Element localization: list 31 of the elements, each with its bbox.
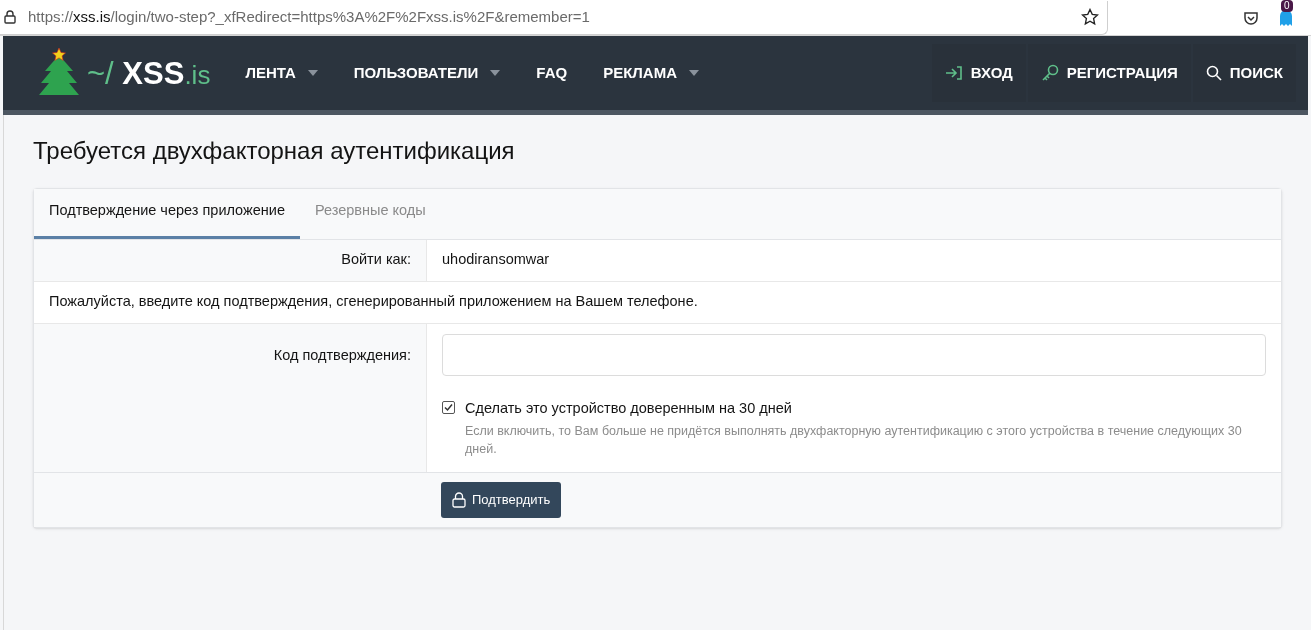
lock-icon bbox=[4, 10, 16, 24]
checkbox[interactable] bbox=[442, 400, 455, 414]
lock-icon bbox=[452, 491, 466, 508]
caret-icon bbox=[307, 70, 318, 76]
search-icon bbox=[1205, 65, 1222, 81]
nav-item[interactable]: РЕКЛАМА bbox=[592, 49, 711, 97]
code-input-field[interactable] bbox=[442, 333, 1266, 376]
page-title: Требуется двухфакторная аутентификация bbox=[33, 136, 516, 166]
caret-icon bbox=[689, 70, 700, 76]
pocket-icon[interactable] bbox=[1243, 9, 1259, 26]
nav-item[interactable]: FAQ bbox=[525, 49, 579, 97]
caret-icon bbox=[490, 70, 501, 76]
url-text: https://xss.is/login/two-step?_xfRedirect=https%3A%2F%2Fxss.is%2F&remember=1 bbox=[28, 6, 590, 27]
field-label: Войти как: bbox=[341, 250, 411, 270]
field-label: Код подтверждения: bbox=[273, 345, 411, 365]
search-button[interactable]: ПОИСК bbox=[1192, 44, 1296, 102]
instruction-text: Пожалуйста, введите код подтверждения, сгенерированный приложением на Вашем телефоне. bbox=[49, 292, 698, 312]
key-icon bbox=[1040, 64, 1059, 82]
notification-badge: 0 bbox=[1281, 0, 1293, 12]
nav-item[interactable]: ПОЛЬЗОВАТЕЛИ bbox=[342, 49, 512, 97]
register-button[interactable]: РЕГИСТРАЦИЯ bbox=[1027, 44, 1191, 102]
username-text: uhodiransomwar bbox=[442, 250, 550, 270]
sign-in-icon bbox=[944, 66, 963, 80]
site-logo[interactable]: ~/ XSS.is bbox=[87, 57, 211, 89]
hint-text: Если включить, то Вам больше не придётся выполнять двухфакторную аутентификацию с этого устройства в течение следующих 30 дней. bbox=[465, 422, 1243, 458]
address-bar[interactable]: https://xss.is/login/two-step?_xfRedirect=https%3A%2F%2Fxss.is%2F&remember=1 bbox=[0, 0, 1108, 35]
confirm-button[interactable]: Подтвердить bbox=[441, 481, 562, 518]
login-button[interactable]: ВХОД bbox=[931, 44, 1026, 102]
nav-item[interactable]: ЛЕНТА bbox=[234, 49, 329, 97]
star-icon[interactable] bbox=[1081, 8, 1099, 26]
checkbox-label[interactable]: Сделать это устройство доверенным на 30 дней bbox=[465, 397, 1266, 420]
